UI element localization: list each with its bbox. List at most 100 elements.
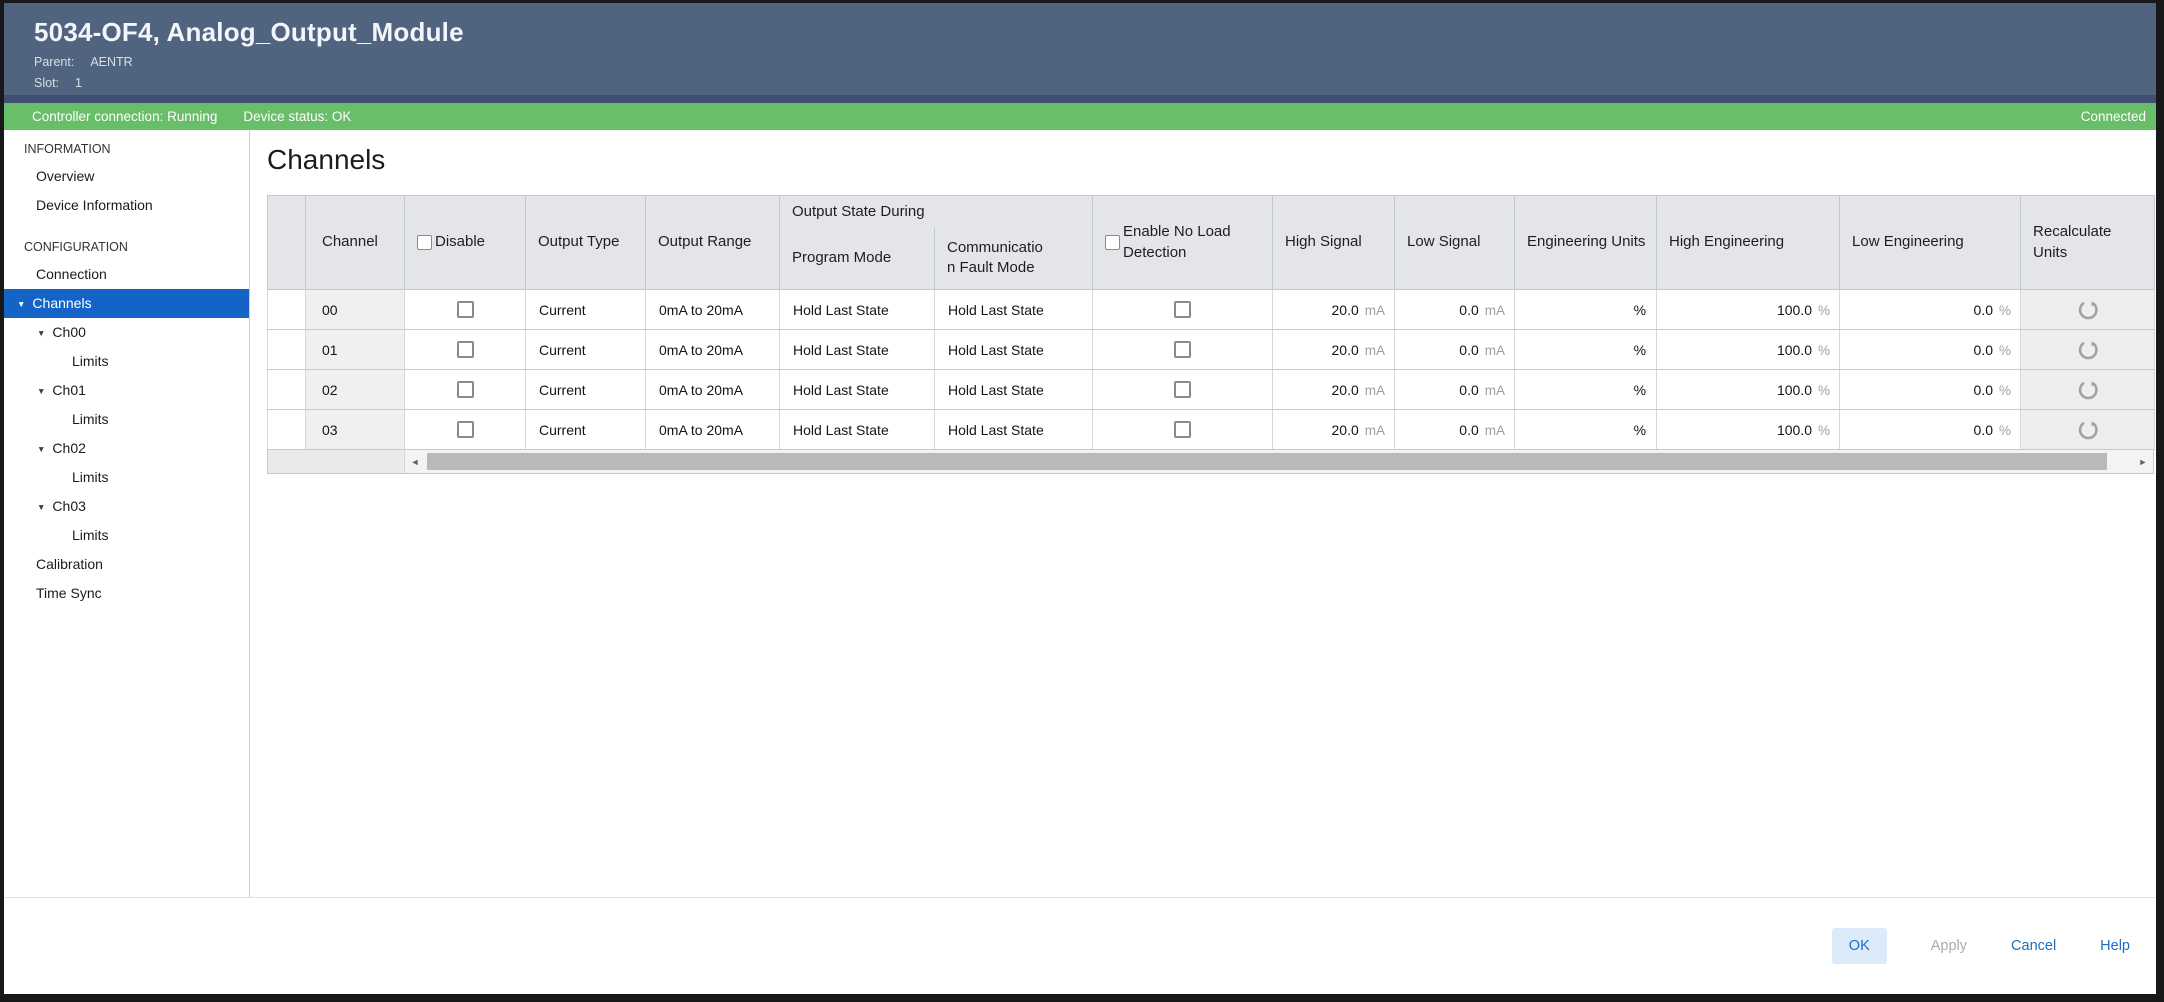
help-button[interactable]: Help bbox=[2100, 938, 2130, 954]
communication-fault-mode-cell[interactable]: Hold Last State bbox=[935, 330, 1093, 370]
high-signal-cell[interactable]: 20.0mA bbox=[1273, 410, 1395, 450]
row-selector-cell[interactable] bbox=[268, 330, 306, 370]
output-range-cell[interactable]: 0mA to 20mA bbox=[646, 330, 780, 370]
output-type-cell[interactable]: Current bbox=[526, 370, 646, 410]
disable-all-checkbox[interactable] bbox=[417, 235, 432, 250]
recalculate-icon[interactable] bbox=[2074, 416, 2102, 444]
low-engineering-cell[interactable]: 0.0% bbox=[1840, 330, 2021, 370]
low-signal-cell[interactable]: 0.0mA bbox=[1395, 330, 1515, 370]
engineering-units-cell[interactable]: % bbox=[1515, 330, 1657, 370]
collapse-triangle-icon[interactable]: ▼ bbox=[37, 435, 45, 464]
high-engineering-cell[interactable]: 100.0% bbox=[1657, 410, 1840, 450]
column-header-channel[interactable]: Channel bbox=[306, 196, 405, 290]
collapse-triangle-icon[interactable]: ▼ bbox=[37, 493, 45, 522]
high-signal-cell[interactable]: 20.0mA bbox=[1273, 330, 1395, 370]
output-type-cell[interactable]: Current bbox=[526, 410, 646, 450]
scroll-right-arrow-icon[interactable]: ► bbox=[2133, 450, 2153, 473]
output-range-cell[interactable]: 0mA to 20mA bbox=[646, 290, 780, 330]
sidebar-item-ch00-limits[interactable]: Limits bbox=[4, 347, 249, 376]
enable-no-load-checkbox[interactable] bbox=[1174, 421, 1191, 438]
disable-checkbox[interactable] bbox=[457, 341, 474, 358]
row-selector-cell[interactable] bbox=[268, 370, 306, 410]
communication-fault-mode-cell[interactable]: Hold Last State bbox=[935, 290, 1093, 330]
sidebar-item-device-information[interactable]: Device Information bbox=[4, 191, 249, 220]
sidebar-item-time-sync[interactable]: Time Sync bbox=[4, 579, 249, 608]
column-header-disable[interactable]: Disable bbox=[405, 196, 526, 290]
recalculate-icon[interactable] bbox=[2074, 336, 2102, 364]
enable-no-load-all-checkbox[interactable] bbox=[1105, 235, 1120, 250]
sidebar-item-ch00[interactable]: ▼Ch00 bbox=[4, 318, 249, 347]
scroll-left-arrow-icon[interactable]: ◄ bbox=[405, 450, 425, 473]
low-signal-cell[interactable]: 0.0mA bbox=[1395, 290, 1515, 330]
sidebar-item-ch01[interactable]: ▼Ch01 bbox=[4, 376, 249, 405]
enable-no-load-checkbox[interactable] bbox=[1174, 381, 1191, 398]
high-signal-cell[interactable]: 20.0mA bbox=[1273, 370, 1395, 410]
enable-no-load-checkbox[interactable] bbox=[1174, 341, 1191, 358]
row-selector-cell[interactable] bbox=[268, 410, 306, 450]
column-header-high-engineering[interactable]: High Engineering bbox=[1657, 196, 1840, 290]
sidebar-item-overview[interactable]: Overview bbox=[4, 162, 249, 191]
sidebar-item-calibration[interactable]: Calibration bbox=[4, 550, 249, 579]
sidebar-item-ch01-limits[interactable]: Limits bbox=[4, 405, 249, 434]
column-header-output-type[interactable]: Output Type bbox=[526, 196, 646, 290]
communication-fault-mode-cell[interactable]: Hold Last State bbox=[935, 370, 1093, 410]
column-header-low-engineering[interactable]: Low Engineering bbox=[1840, 196, 2021, 290]
enable-no-load-cell bbox=[1093, 330, 1273, 370]
collapse-triangle-icon[interactable]: ▼ bbox=[37, 377, 45, 406]
row-selector-cell[interactable] bbox=[268, 290, 306, 330]
sidebar-item-ch02[interactable]: ▼Ch02 bbox=[4, 434, 249, 463]
program-mode-cell[interactable]: Hold Last State bbox=[780, 330, 935, 370]
column-header-output-range[interactable]: Output Range bbox=[646, 196, 780, 290]
collapse-triangle-icon[interactable]: ▼ bbox=[17, 290, 25, 319]
output-range-cell[interactable]: 0mA to 20mA bbox=[646, 370, 780, 410]
engineering-units-cell[interactable]: % bbox=[1515, 410, 1657, 450]
low-engineering-cell[interactable]: 0.0% bbox=[1840, 290, 2021, 330]
column-header-high-signal[interactable]: High Signal bbox=[1273, 196, 1395, 290]
low-engineering-cell[interactable]: 0.0% bbox=[1840, 410, 2021, 450]
low-signal-cell[interactable]: 0.0mA bbox=[1395, 410, 1515, 450]
connection-state-badge: Connected bbox=[2081, 109, 2146, 124]
collapse-triangle-icon[interactable]: ▼ bbox=[37, 319, 45, 348]
horizontal-scrollbar[interactable]: ◄ ► bbox=[267, 450, 2154, 474]
sidebar-item-connection[interactable]: Connection bbox=[4, 260, 249, 289]
disable-checkbox[interactable] bbox=[457, 381, 474, 398]
column-header-recalculate-units[interactable]: Recalculate Units bbox=[2021, 196, 2155, 290]
program-mode-cell[interactable]: Hold Last State bbox=[780, 370, 935, 410]
disable-checkbox[interactable] bbox=[457, 421, 474, 438]
high-engineering-cell[interactable]: 100.0% bbox=[1657, 370, 1840, 410]
column-header-enable-no-load-detection[interactable]: Enable No Load Detection bbox=[1093, 196, 1273, 290]
cancel-button[interactable]: Cancel bbox=[2011, 938, 2056, 954]
sidebar-item-ch02-limits[interactable]: Limits bbox=[4, 463, 249, 492]
sidebar-item-ch03[interactable]: ▼Ch03 bbox=[4, 492, 249, 521]
output-type-cell[interactable]: Current bbox=[526, 290, 646, 330]
enable-no-load-checkbox[interactable] bbox=[1174, 301, 1191, 318]
apply-button[interactable]: Apply bbox=[1931, 938, 1967, 954]
output-range-cell[interactable]: 0mA to 20mA bbox=[646, 410, 780, 450]
high-engineering-cell[interactable]: 100.0% bbox=[1657, 290, 1840, 330]
scrollbar-thumb[interactable] bbox=[427, 453, 2107, 470]
communication-fault-mode-cell[interactable]: Hold Last State bbox=[935, 410, 1093, 450]
disable-cell bbox=[405, 330, 526, 370]
channel-cell: 03 bbox=[306, 410, 405, 450]
program-mode-cell[interactable]: Hold Last State bbox=[780, 410, 935, 450]
sidebar-item-ch03-limits[interactable]: Limits bbox=[4, 521, 249, 550]
engineering-units-cell[interactable]: % bbox=[1515, 290, 1657, 330]
sidebar-item-channels[interactable]: ▼Channels bbox=[4, 289, 249, 318]
column-header-communication-fault-mode[interactable]: Communication Fault Mode bbox=[935, 228, 1093, 290]
module-properties-window: 5034-OF4, Analog_Output_Module Parent:AE… bbox=[0, 0, 2164, 1002]
column-header-program-mode[interactable]: Program Mode bbox=[780, 228, 935, 290]
low-engineering-cell[interactable]: 0.0% bbox=[1840, 370, 2021, 410]
engineering-units-cell[interactable]: % bbox=[1515, 370, 1657, 410]
scrollbar-frozen-spacer bbox=[268, 450, 405, 473]
program-mode-cell[interactable]: Hold Last State bbox=[780, 290, 935, 330]
recalculate-icon[interactable] bbox=[2074, 296, 2102, 324]
low-signal-cell[interactable]: 0.0mA bbox=[1395, 370, 1515, 410]
high-signal-cell[interactable]: 20.0mA bbox=[1273, 290, 1395, 330]
ok-button[interactable]: OK bbox=[1832, 928, 1887, 964]
column-header-low-signal[interactable]: Low Signal bbox=[1395, 196, 1515, 290]
output-type-cell[interactable]: Current bbox=[526, 330, 646, 370]
column-header-engineering-units[interactable]: Engineering Units bbox=[1515, 196, 1657, 290]
recalculate-icon[interactable] bbox=[2074, 376, 2102, 404]
disable-checkbox[interactable] bbox=[457, 301, 474, 318]
high-engineering-cell[interactable]: 100.0% bbox=[1657, 330, 1840, 370]
